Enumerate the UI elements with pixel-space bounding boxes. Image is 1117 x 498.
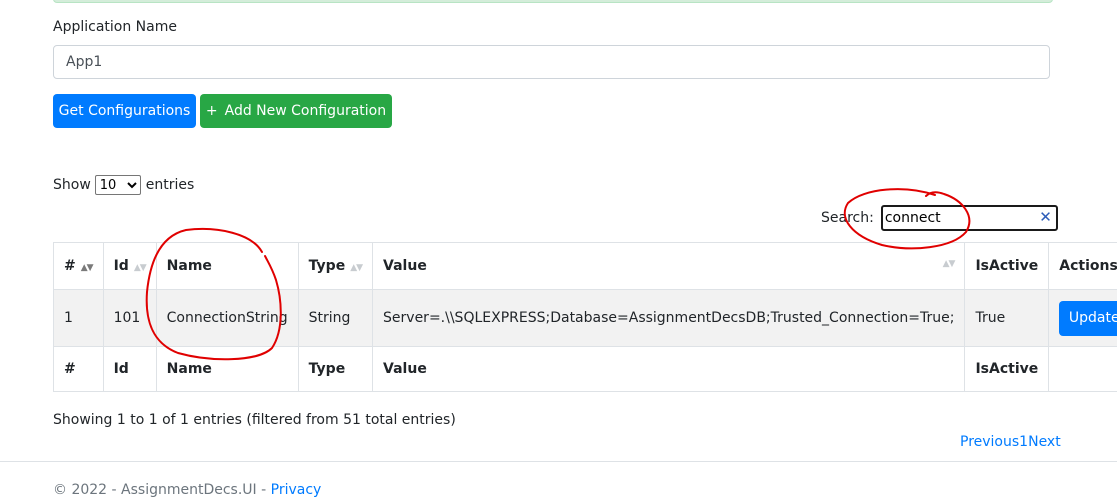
search-label: Search: bbox=[821, 210, 874, 226]
footer-header-id: Id bbox=[103, 347, 156, 392]
search-input[interactable] bbox=[883, 210, 1035, 226]
add-configuration-button[interactable]: + Add New Configuration bbox=[200, 94, 392, 128]
footer-header-isactive: IsActive bbox=[965, 347, 1049, 392]
show-label: Show bbox=[53, 177, 91, 193]
cell-number: 1 bbox=[54, 290, 104, 347]
pagination: Previous1Next bbox=[960, 434, 1061, 450]
search-control: Search: ✕ bbox=[821, 205, 1058, 231]
top-alert-edge bbox=[53, 0, 1053, 3]
previous-page-link[interactable]: Previous bbox=[960, 434, 1019, 450]
col-header-isactive[interactable]: IsActive bbox=[965, 243, 1049, 290]
privacy-link[interactable]: Privacy bbox=[271, 482, 322, 498]
col-header-id[interactable]: Id ▲▼ bbox=[103, 243, 156, 290]
plus-icon: + bbox=[206, 103, 218, 119]
table-header-row: # ▲▼ Id ▲▼ Name Type ▲▼ Value ▲▼ IsActive Ac… bbox=[54, 243, 1117, 290]
copyright-text: © 2022 - AssignmentDecs.UI - bbox=[53, 482, 271, 498]
cell-actions: Update bbox=[1049, 290, 1117, 347]
col-header-actions[interactable]: Actions▲▼ bbox=[1049, 243, 1117, 290]
col-header-value-label: Value bbox=[383, 258, 427, 274]
footer-header-actions bbox=[1049, 347, 1117, 392]
footer-header-value: Value bbox=[373, 347, 965, 392]
search-box: ✕ bbox=[881, 205, 1058, 231]
sort-asc-icon: ▲▼ bbox=[81, 263, 93, 273]
col-header-number-label: # bbox=[64, 258, 76, 274]
cell-type: String bbox=[298, 290, 372, 347]
cell-id: 101 bbox=[103, 290, 156, 347]
sort-icon: ▲▼ bbox=[943, 259, 955, 269]
footer-header-number: # bbox=[54, 347, 104, 392]
col-header-name[interactable]: Name bbox=[156, 243, 298, 290]
col-header-actions-label: Actions bbox=[1059, 258, 1117, 274]
sort-icon: ▲▼ bbox=[134, 263, 146, 273]
table-info: Showing 1 to 1 of 1 entries (filtered fr… bbox=[53, 412, 456, 428]
clear-search-icon[interactable]: ✕ bbox=[1039, 208, 1052, 226]
cell-name: ConnectionString bbox=[156, 290, 298, 347]
update-button[interactable]: Update bbox=[1059, 301, 1117, 336]
configurations-table: # ▲▼ Id ▲▼ Name Type ▲▼ Value ▲▼ IsActive Ac… bbox=[53, 242, 1117, 392]
col-header-id-label: Id bbox=[114, 258, 129, 274]
footer-header-name: Name bbox=[156, 347, 298, 392]
col-header-value[interactable]: Value ▲▼ bbox=[373, 243, 965, 290]
page-1-link[interactable]: 1 bbox=[1019, 434, 1028, 450]
entries-select[interactable]: 10 bbox=[95, 175, 141, 195]
entries-label: entries bbox=[146, 177, 195, 193]
col-header-type[interactable]: Type ▲▼ bbox=[298, 243, 372, 290]
application-name-label: Application Name bbox=[53, 19, 177, 35]
sort-icon: ▲▼ bbox=[350, 263, 362, 273]
cell-value: Server=.\\SQLEXPRESS;Database=Assignment… bbox=[373, 290, 965, 347]
table-row: 1 101 ConnectionString String Server=.\\… bbox=[54, 290, 1117, 347]
footer-divider bbox=[0, 461, 1117, 462]
col-header-isactive-label: IsActive bbox=[975, 258, 1038, 274]
cell-isactive: True bbox=[965, 290, 1049, 347]
entries-length-control: Show 10 entries bbox=[53, 175, 194, 195]
col-header-type-label: Type bbox=[309, 258, 346, 274]
footer-header-type: Type bbox=[298, 347, 372, 392]
get-configurations-button[interactable]: Get Configurations bbox=[53, 94, 196, 128]
col-header-number[interactable]: # ▲▼ bbox=[54, 243, 104, 290]
page-footer: © 2022 - AssignmentDecs.UI - Privacy bbox=[53, 482, 321, 498]
table-footer-row: # Id Name Type Value IsActive bbox=[54, 347, 1117, 392]
next-page-link[interactable]: Next bbox=[1028, 434, 1061, 450]
col-header-name-label: Name bbox=[167, 258, 212, 274]
add-configuration-label: Add New Configuration bbox=[225, 103, 387, 119]
application-name-input[interactable] bbox=[53, 45, 1050, 79]
get-configurations-label: Get Configurations bbox=[59, 103, 191, 119]
